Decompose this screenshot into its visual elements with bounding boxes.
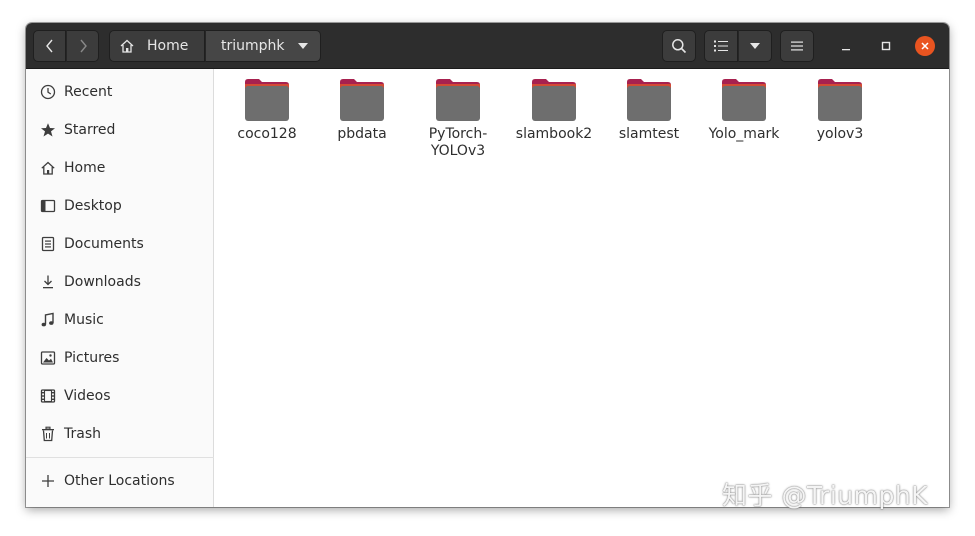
breadcrumb-home[interactable]: Home (109, 30, 205, 62)
sidebar-item-label: Desktop (64, 198, 122, 214)
forward-button[interactable] (66, 30, 99, 62)
minimize-icon (842, 49, 850, 51)
folder-name: coco128 (237, 126, 297, 142)
folder-name: pbdata (337, 126, 387, 142)
folder-name: PyTorch-YOLOv3 (428, 126, 488, 159)
places-sidebar: Recent Starred Home Desktop Documents Do… (26, 69, 214, 507)
sidebar-item-label: Downloads (64, 274, 141, 290)
trash-icon (42, 426, 54, 442)
chevron-right-icon (79, 39, 87, 53)
view-options-button[interactable] (738, 30, 772, 62)
sidebar-item-label: Documents (64, 236, 144, 252)
document-icon (41, 236, 55, 252)
sidebar-item-desktop[interactable]: Desktop (26, 187, 214, 225)
sidebar-item-label: Other Locations (64, 473, 175, 489)
folder-icon (340, 79, 384, 121)
sidebar-separator (26, 457, 214, 458)
sidebar-item-other-locations[interactable]: Other Locations (26, 462, 214, 500)
folder-name: slamtest (618, 126, 680, 142)
folder-icon (818, 79, 862, 121)
sidebar-item-music[interactable]: Music (26, 301, 214, 339)
folder-item[interactable]: coco128 (219, 78, 315, 143)
sidebar-item-pictures[interactable]: Pictures (26, 339, 214, 377)
hamburger-icon (791, 41, 803, 51)
folder-item[interactable]: Yolo_mark (696, 78, 792, 143)
music-icon (41, 312, 54, 327)
watermark-text: 知乎 @TriumphK (722, 481, 929, 510)
list-view-icon (714, 40, 728, 52)
path-bar: Home triumphk (109, 30, 321, 62)
plus-icon (42, 475, 54, 487)
desktop-icon (40, 199, 56, 213)
sidebar-item-label: Trash (64, 426, 101, 442)
folder-icon (627, 79, 671, 121)
sidebar-item-home[interactable]: Home (26, 149, 214, 187)
back-button[interactable] (33, 30, 66, 62)
maximize-icon (881, 41, 891, 51)
main-menu-button[interactable] (780, 30, 814, 62)
folder-item[interactable]: slambook2 (506, 78, 602, 143)
search-button[interactable] (662, 30, 696, 62)
folder-item[interactable]: yolov3 (792, 78, 888, 143)
sidebar-item-label: Pictures (64, 350, 120, 366)
sidebar-item-label: Music (64, 312, 104, 328)
chevron-left-icon (45, 39, 53, 53)
close-icon (921, 42, 929, 50)
breadcrumb-current[interactable]: triumphk (205, 30, 321, 62)
folder-name: Yolo_mark (708, 126, 780, 142)
folder-name: slambook2 (515, 126, 593, 142)
maximize-button[interactable] (876, 36, 896, 56)
folder-icon (436, 79, 480, 121)
sidebar-item-label: Recent (64, 84, 113, 100)
sidebar-item-label: Home (64, 160, 106, 176)
folder-icon (245, 79, 289, 121)
file-view: coco128 pbdata PyTorch-YOLOv3 slambook2 … (215, 69, 949, 507)
star-icon (41, 123, 55, 137)
list-view-button[interactable] (704, 30, 738, 62)
folder-icon (722, 79, 766, 121)
download-icon (43, 275, 53, 289)
folder-item[interactable]: pbdata (314, 78, 410, 143)
search-icon (672, 39, 687, 54)
picture-icon (40, 351, 56, 365)
caret-down-icon (750, 43, 760, 49)
breadcrumb-current-label: triumphk (221, 38, 285, 54)
home-icon (120, 39, 134, 53)
sidebar-item-starred[interactable]: Starred (26, 111, 214, 149)
close-button[interactable] (915, 36, 935, 56)
caret-down-icon (298, 43, 308, 49)
breadcrumb-home-label: Home (147, 38, 189, 54)
folder-icon (532, 79, 576, 121)
sidebar-item-trash[interactable]: Trash (26, 415, 214, 453)
video-icon (40, 389, 56, 403)
home-icon (41, 161, 55, 175)
folder-name: yolov3 (816, 126, 864, 142)
sidebar-item-label: Starred (64, 122, 116, 138)
file-manager-window: Home triumphk Recent Starred Home Deskto… (26, 23, 949, 507)
sidebar-item-label: Videos (64, 388, 111, 404)
sidebar-item-documents[interactable]: Documents (26, 225, 214, 263)
sidebar-item-downloads[interactable]: Downloads (26, 263, 214, 301)
minimize-button[interactable] (836, 36, 856, 56)
folder-item[interactable]: slamtest (601, 78, 697, 143)
folder-item[interactable]: PyTorch-YOLOv3 (410, 78, 506, 160)
header-bar: Home triumphk (26, 23, 949, 69)
sidebar-item-recent[interactable]: Recent (26, 73, 214, 111)
sidebar-item-videos[interactable]: Videos (26, 377, 214, 415)
clock-icon (40, 84, 56, 100)
